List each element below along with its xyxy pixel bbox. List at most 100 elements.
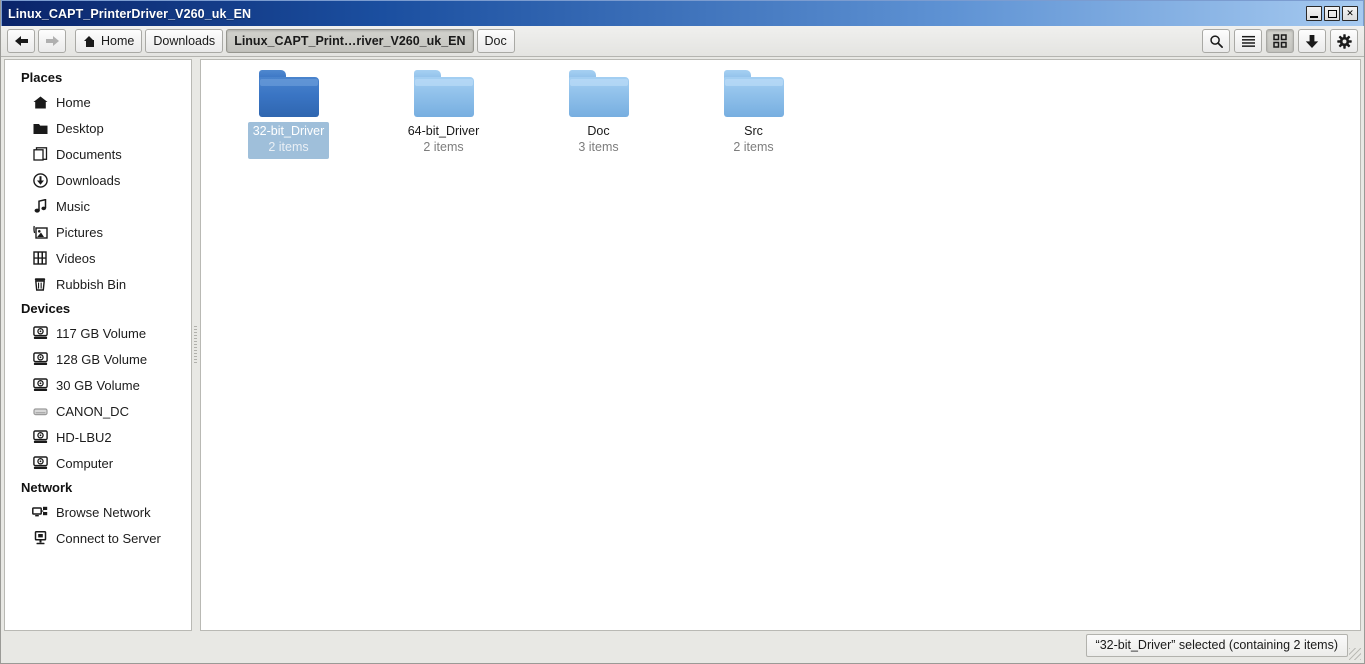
main-area: Places Home Desktop Documents Downloads …: [1, 57, 1364, 631]
sidebar-section-network-header: Network: [21, 480, 73, 495]
toolbar-right-buttons: [1202, 29, 1358, 53]
sidebar-item-label: Home: [56, 94, 91, 110]
breadcrumb-label: Linux_CAPT_Print…river_V260_uk_EN: [234, 34, 466, 48]
resize-grip[interactable]: [1349, 648, 1361, 660]
file-name: 32-bit_Driver: [252, 124, 325, 138]
sidebar-item-label: Rubbish Bin: [56, 276, 127, 292]
sidebar-item-connect-to-server[interactable]: Connect to Server: [5, 525, 191, 551]
music-note-icon: [31, 198, 49, 214]
navigation-buttons: [7, 29, 66, 53]
sidebar-item-label: Documents: [56, 146, 122, 162]
sidebar-splitter[interactable]: [192, 59, 200, 631]
file-label: 32-bit_Driver 2 items: [247, 122, 330, 159]
network-icon: [31, 504, 49, 520]
file-item-64-bit-driver[interactable]: 64-bit_Driver 2 items: [366, 66, 521, 159]
sidebar-item-music[interactable]: Music: [5, 193, 191, 219]
folder-icon: [413, 70, 474, 117]
back-button[interactable]: [7, 29, 35, 53]
file-item-count: 2 items: [423, 140, 464, 154]
gear-icon: [1336, 33, 1352, 49]
sidebar-item-downloads[interactable]: Downloads: [5, 167, 191, 193]
drive-icon: [31, 429, 49, 445]
sidebar-item-browse-network[interactable]: Browse Network: [5, 499, 191, 525]
maximize-button[interactable]: [1324, 6, 1340, 21]
sidebar-item-117-gb-volume[interactable]: 117 GB Volume: [5, 320, 191, 346]
folder-icon: [258, 70, 319, 117]
file-item-count: 3 items: [578, 140, 619, 154]
sidebar-item-label: 30 GB Volume: [56, 377, 140, 393]
sidebar-item-30-gb-volume[interactable]: 30 GB Volume: [5, 372, 191, 398]
sidebar: Places Home Desktop Documents Downloads …: [4, 59, 192, 631]
sidebar-item-computer[interactable]: Computer: [5, 450, 191, 476]
arrow-left-icon: [14, 35, 28, 47]
documents-icon: [31, 146, 49, 162]
file-item-32-bit-driver[interactable]: 32-bit_Driver 2 items: [211, 66, 366, 159]
breadcrumb-item-downloads[interactable]: Downloads: [145, 29, 224, 53]
drive-icon: [31, 377, 49, 393]
file-name: Doc: [587, 124, 610, 138]
breadcrumb: Home Downloads Linux_CAPT_Print…river_V2…: [75, 29, 515, 53]
file-item-count: 2 items: [733, 140, 774, 154]
sidebar-item-label: CANON_DC: [56, 403, 129, 419]
sidebar-item-label: 128 GB Volume: [56, 351, 148, 367]
file-name: 64-bit_Driver: [407, 124, 480, 138]
icon-grid: 32-bit_Driver 2 items 64-bit_Driver 2 it…: [201, 60, 1360, 159]
server-icon: [31, 530, 49, 546]
trash-icon: [31, 276, 49, 292]
breadcrumb-item-doc[interactable]: Doc: [476, 29, 515, 53]
minimize-icon: [1310, 16, 1318, 18]
removable-drive-icon: [31, 403, 49, 419]
home-icon: [31, 94, 49, 110]
sidebar-item-pictures[interactable]: Pictures: [5, 219, 191, 245]
sidebar-item-desktop[interactable]: Desktop: [5, 115, 191, 141]
minimize-button[interactable]: [1306, 6, 1322, 21]
file-item-count: 2 items: [268, 140, 309, 154]
drive-icon: [31, 351, 49, 367]
breadcrumb-label: Downloads: [153, 34, 216, 48]
file-label: Doc 3 items: [573, 122, 623, 159]
sidebar-item-label: Computer: [56, 455, 114, 471]
home-icon: [83, 35, 96, 47]
icon-view-button[interactable]: [1266, 29, 1294, 53]
download-button[interactable]: [1298, 29, 1326, 53]
folder-icon: [723, 70, 784, 117]
sidebar-item-hd-lbu2[interactable]: HD-LBU2: [5, 424, 191, 450]
drive-icon: [31, 325, 49, 341]
file-item-src[interactable]: Src 2 items: [676, 66, 831, 159]
sidebar-item-videos[interactable]: Videos: [5, 245, 191, 271]
breadcrumb-label: Home: [101, 34, 135, 48]
list-view-icon: [1241, 35, 1255, 47]
settings-button[interactable]: [1330, 29, 1358, 53]
file-item-doc[interactable]: Doc 3 items: [521, 66, 676, 159]
breadcrumb-label: Doc: [484, 34, 507, 48]
folder-icon: [568, 70, 629, 117]
close-icon: ✕: [1346, 8, 1354, 18]
download-circle-icon: [31, 172, 49, 188]
sidebar-item-documents[interactable]: Documents: [5, 141, 191, 167]
close-button[interactable]: ✕: [1342, 6, 1358, 21]
status-bar: “32-bit_Driver” selected (containing 2 i…: [1, 631, 1364, 663]
arrow-right-icon: [45, 35, 59, 47]
file-label: 64-bit_Driver 2 items: [403, 122, 485, 159]
forward-button[interactable]: [38, 29, 66, 53]
sidebar-item-home[interactable]: Home: [5, 89, 191, 115]
sidebar-item-label: 117 GB Volume: [56, 325, 147, 341]
sidebar-item-label: Desktop: [56, 120, 104, 136]
title-bar: Linux_CAPT_PrinterDriver_V260_uk_EN ✕: [1, 0, 1364, 26]
drive-icon: [31, 455, 49, 471]
folder-icon: [31, 120, 49, 136]
pictures-icon: [31, 224, 49, 240]
sidebar-item-rubbish-bin[interactable]: Rubbish Bin: [5, 271, 191, 297]
breadcrumb-item-current[interactable]: Linux_CAPT_Print…river_V260_uk_EN: [226, 29, 474, 53]
sidebar-item-label: Connect to Server: [56, 530, 161, 546]
file-list-view[interactable]: 32-bit_Driver 2 items 64-bit_Driver 2 it…: [200, 59, 1361, 631]
sidebar-item-canon-dc[interactable]: CANON_DC: [5, 398, 191, 424]
sidebar-item-label: Downloads: [56, 172, 121, 188]
search-button[interactable]: [1202, 29, 1230, 53]
search-icon: [1209, 34, 1223, 48]
breadcrumb-item-home[interactable]: Home: [75, 29, 143, 53]
download-icon: [1305, 34, 1319, 48]
sidebar-item-128-gb-volume[interactable]: 128 GB Volume: [5, 346, 191, 372]
list-view-button[interactable]: [1234, 29, 1262, 53]
sidebar-item-label: Music: [56, 198, 90, 214]
